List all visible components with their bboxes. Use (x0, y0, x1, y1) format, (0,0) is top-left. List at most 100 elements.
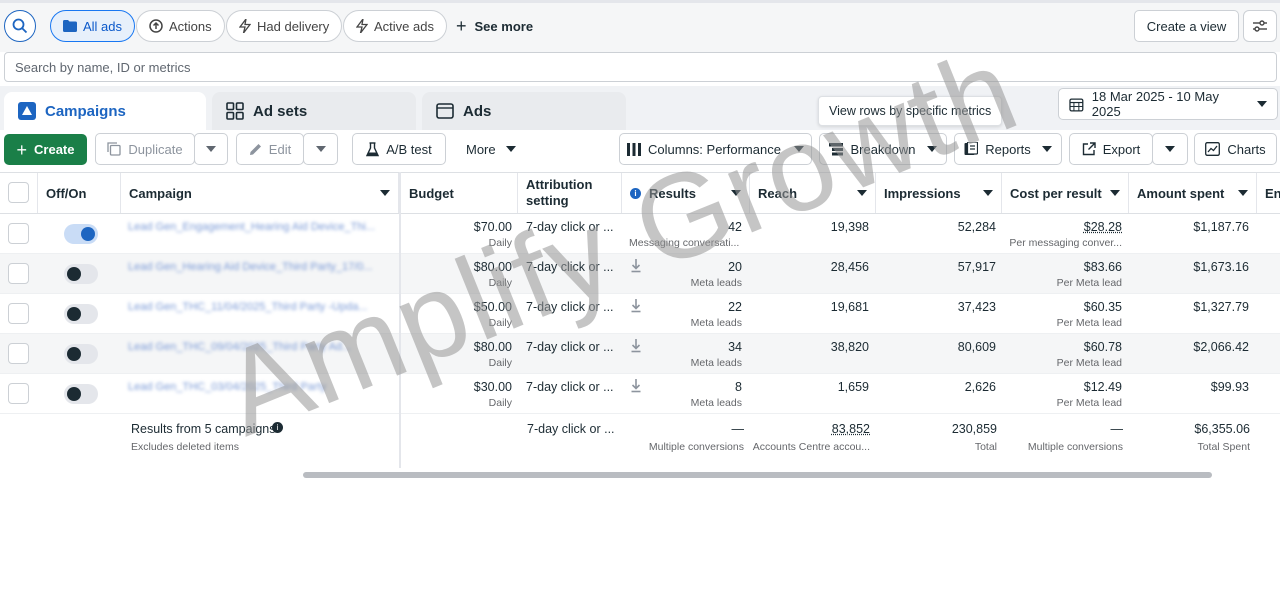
select-all-checkbox[interactable] (8, 182, 29, 203)
table-row[interactable]: Lead Gen_THC_09/04/2025_Third Party Ad..… (0, 334, 1280, 374)
duplicate-button[interactable]: Duplicate (95, 133, 195, 165)
toggle-knob (67, 347, 81, 361)
ab-test-button[interactable]: A/B test (352, 133, 446, 165)
reach-value: 28,456 (830, 260, 869, 274)
table-row[interactable]: Lead Gen_THC_03/04/2025_Third Party $30.0… (0, 374, 1280, 414)
table-row[interactable]: Lead Gen_Engagement_Hearing Aid Device_T… (0, 214, 1280, 254)
create-view-button[interactable]: Create a view (1134, 10, 1239, 42)
cost-per-result-value: $12.49 (1083, 380, 1122, 394)
table-row[interactable]: Lead Gen_Hearing Aid Device_Third Party_… (0, 254, 1280, 294)
duplicate-label: Duplicate (128, 141, 183, 157)
campaign-name-link[interactable]: Lead Gen_Engagement_Hearing Aid Device_T… (128, 221, 388, 233)
chart-icon (1205, 142, 1221, 156)
totals-impressions-sub: Total (974, 441, 997, 453)
export-icon (1082, 142, 1096, 156)
create-label: Create (34, 142, 75, 157)
column-header-results[interactable]: i Results (622, 173, 750, 213)
reports-button[interactable]: Reports (954, 133, 1062, 165)
row-checkbox[interactable] (8, 223, 29, 244)
chevron-down-icon[interactable] (983, 190, 993, 196)
tab-ad-sets[interactable]: Ad sets (212, 92, 416, 130)
campaign-name-link[interactable]: Lead Gen_THC_09/04/2025_Third Party Ad..… (128, 341, 388, 353)
filter-active-ads-label: Active ads (374, 18, 434, 34)
budget-value: $30.00 (473, 380, 512, 394)
reports-icon (964, 142, 979, 155)
campaign-toggle[interactable] (64, 224, 98, 244)
columns-button[interactable]: Columns: Performance (619, 133, 812, 165)
column-header-reach[interactable]: Reach (750, 173, 876, 213)
column-header-budget-label: Budget (409, 185, 454, 201)
attribution-value: 7-day click or ... (526, 260, 614, 274)
cost-per-result-value: $28.28 (1083, 220, 1122, 234)
view-settings-button[interactable] (1243, 10, 1277, 42)
row-checkbox[interactable] (8, 263, 29, 284)
column-header-cost-per-result[interactable]: Cost per result (1002, 173, 1129, 213)
tab-campaigns[interactable]: Campaigns (4, 92, 206, 130)
chevron-down-icon[interactable] (1238, 190, 1248, 196)
filter-had-delivery[interactable]: Had delivery (226, 10, 343, 42)
cost-per-result-type: Per Meta lead (1056, 277, 1122, 289)
column-header-amount-spent[interactable]: Amount spent (1129, 173, 1257, 213)
filter-active-ads[interactable]: Active ads (343, 10, 447, 42)
totals-row: Results from 5 campaigns i Excludes dele… (0, 414, 1280, 466)
duplicate-dropdown-button[interactable] (194, 133, 228, 165)
campaign-toggle[interactable] (64, 304, 98, 324)
filter-actions[interactable]: Actions (136, 10, 225, 42)
chevron-down-icon (1257, 101, 1267, 107)
totals-results-sub: Multiple conversions (648, 441, 744, 453)
impressions-value: 2,626 (964, 380, 996, 394)
edit-button[interactable]: Edit (236, 133, 304, 165)
campaign-toggle[interactable] (64, 384, 98, 404)
edit-dropdown-button[interactable] (303, 133, 338, 165)
lightning-icon (356, 19, 368, 33)
search-input[interactable] (4, 52, 1277, 82)
results-type: Messaging conversati... (629, 237, 740, 249)
column-header-ends[interactable]: En (1257, 173, 1280, 213)
columns-icon (627, 142, 642, 156)
column-header-budget[interactable]: Budget (401, 173, 518, 213)
amount-spent-value: $1,673.16 (1193, 260, 1249, 274)
plus-icon: + (456, 15, 467, 36)
duplicate-icon (107, 142, 122, 156)
charts-button[interactable]: Charts (1194, 133, 1277, 165)
horizontal-scrollbar[interactable] (303, 472, 1212, 478)
totals-reach: 83,852 (831, 422, 870, 436)
chevron-down-icon[interactable] (731, 190, 741, 196)
chevron-down-icon[interactable] (380, 190, 390, 196)
row-checkbox[interactable] (8, 303, 29, 324)
row-checkbox[interactable] (8, 383, 29, 404)
column-header-attribution[interactable]: Attribution setting (518, 173, 622, 213)
filter-all-ads[interactable]: All ads (50, 10, 136, 42)
export-dropdown-button[interactable] (1152, 133, 1188, 165)
folder-icon (63, 20, 77, 32)
create-button[interactable]: + Create (4, 134, 87, 165)
budget-type: Daily (488, 397, 512, 409)
chevron-down-icon[interactable] (857, 190, 867, 196)
search-toggle-button[interactable] (4, 10, 36, 42)
table-row[interactable]: Lead Gen_THC_11/04/2025_Third Party -Upd… (0, 294, 1280, 334)
breakdown-button[interactable]: Breakdown (819, 133, 947, 165)
campaign-name-link[interactable]: Lead Gen_THC_03/04/2025_Third Party (128, 381, 388, 393)
plus-icon: + (16, 139, 28, 160)
campaign-toggle[interactable] (64, 264, 98, 284)
column-header-campaign[interactable]: Campaign (121, 173, 399, 213)
campaign-name-link[interactable]: Lead Gen_Hearing Aid Device_Third Party_… (128, 261, 388, 273)
chevron-down-icon[interactable] (1110, 190, 1120, 196)
more-button[interactable]: More (456, 133, 526, 165)
tab-ads[interactable]: Ads (422, 92, 626, 130)
totals-label: Results from 5 campaigns (131, 422, 276, 436)
budget-value: $70.00 (473, 220, 512, 234)
column-header-offon[interactable]: Off/On (38, 173, 121, 213)
reports-label: Reports (985, 141, 1031, 157)
cost-per-result-type: Per messaging conver... (1009, 237, 1122, 249)
ads-manager: All ads Actions Had delivery Active ads … (0, 0, 1280, 592)
column-header-impressions[interactable]: Impressions (876, 173, 1002, 213)
campaign-toggle[interactable] (64, 344, 98, 364)
row-checkbox[interactable] (8, 343, 29, 364)
date-range-picker[interactable]: 18 Mar 2025 - 10 May 2025 (1058, 88, 1278, 120)
see-more-button[interactable]: + See more (456, 10, 533, 42)
export-button[interactable]: Export (1069, 133, 1153, 165)
attribution-value: 7-day click or ... (526, 220, 614, 234)
totals-amount-spent: $6,355.06 (1194, 422, 1250, 436)
campaign-name-link[interactable]: Lead Gen_THC_11/04/2025_Third Party -Upd… (128, 301, 388, 313)
